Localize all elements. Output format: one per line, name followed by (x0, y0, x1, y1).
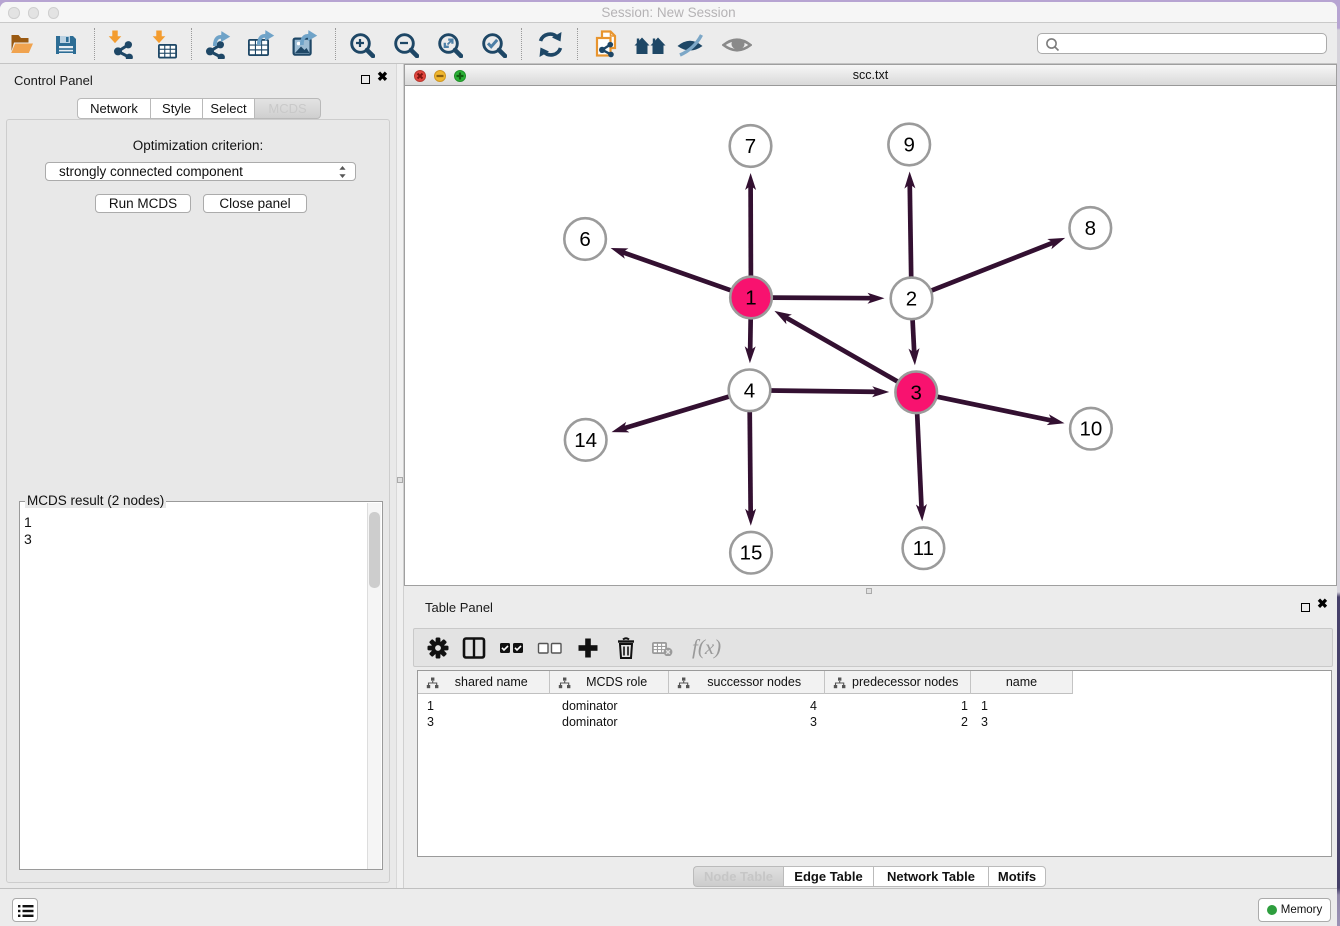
svg-text:3: 3 (910, 381, 921, 404)
svg-text:9: 9 (903, 134, 914, 157)
svg-text:14: 14 (574, 429, 597, 452)
svg-text:8: 8 (1085, 217, 1096, 240)
svg-text:15: 15 (740, 542, 763, 565)
svg-text:2: 2 (906, 287, 917, 310)
svg-text:4: 4 (744, 379, 755, 402)
svg-text:6: 6 (579, 228, 590, 251)
svg-text:7: 7 (745, 135, 756, 158)
svg-text:11: 11 (913, 537, 934, 560)
svg-text:10: 10 (1079, 418, 1102, 441)
svg-text:1: 1 (745, 287, 756, 310)
